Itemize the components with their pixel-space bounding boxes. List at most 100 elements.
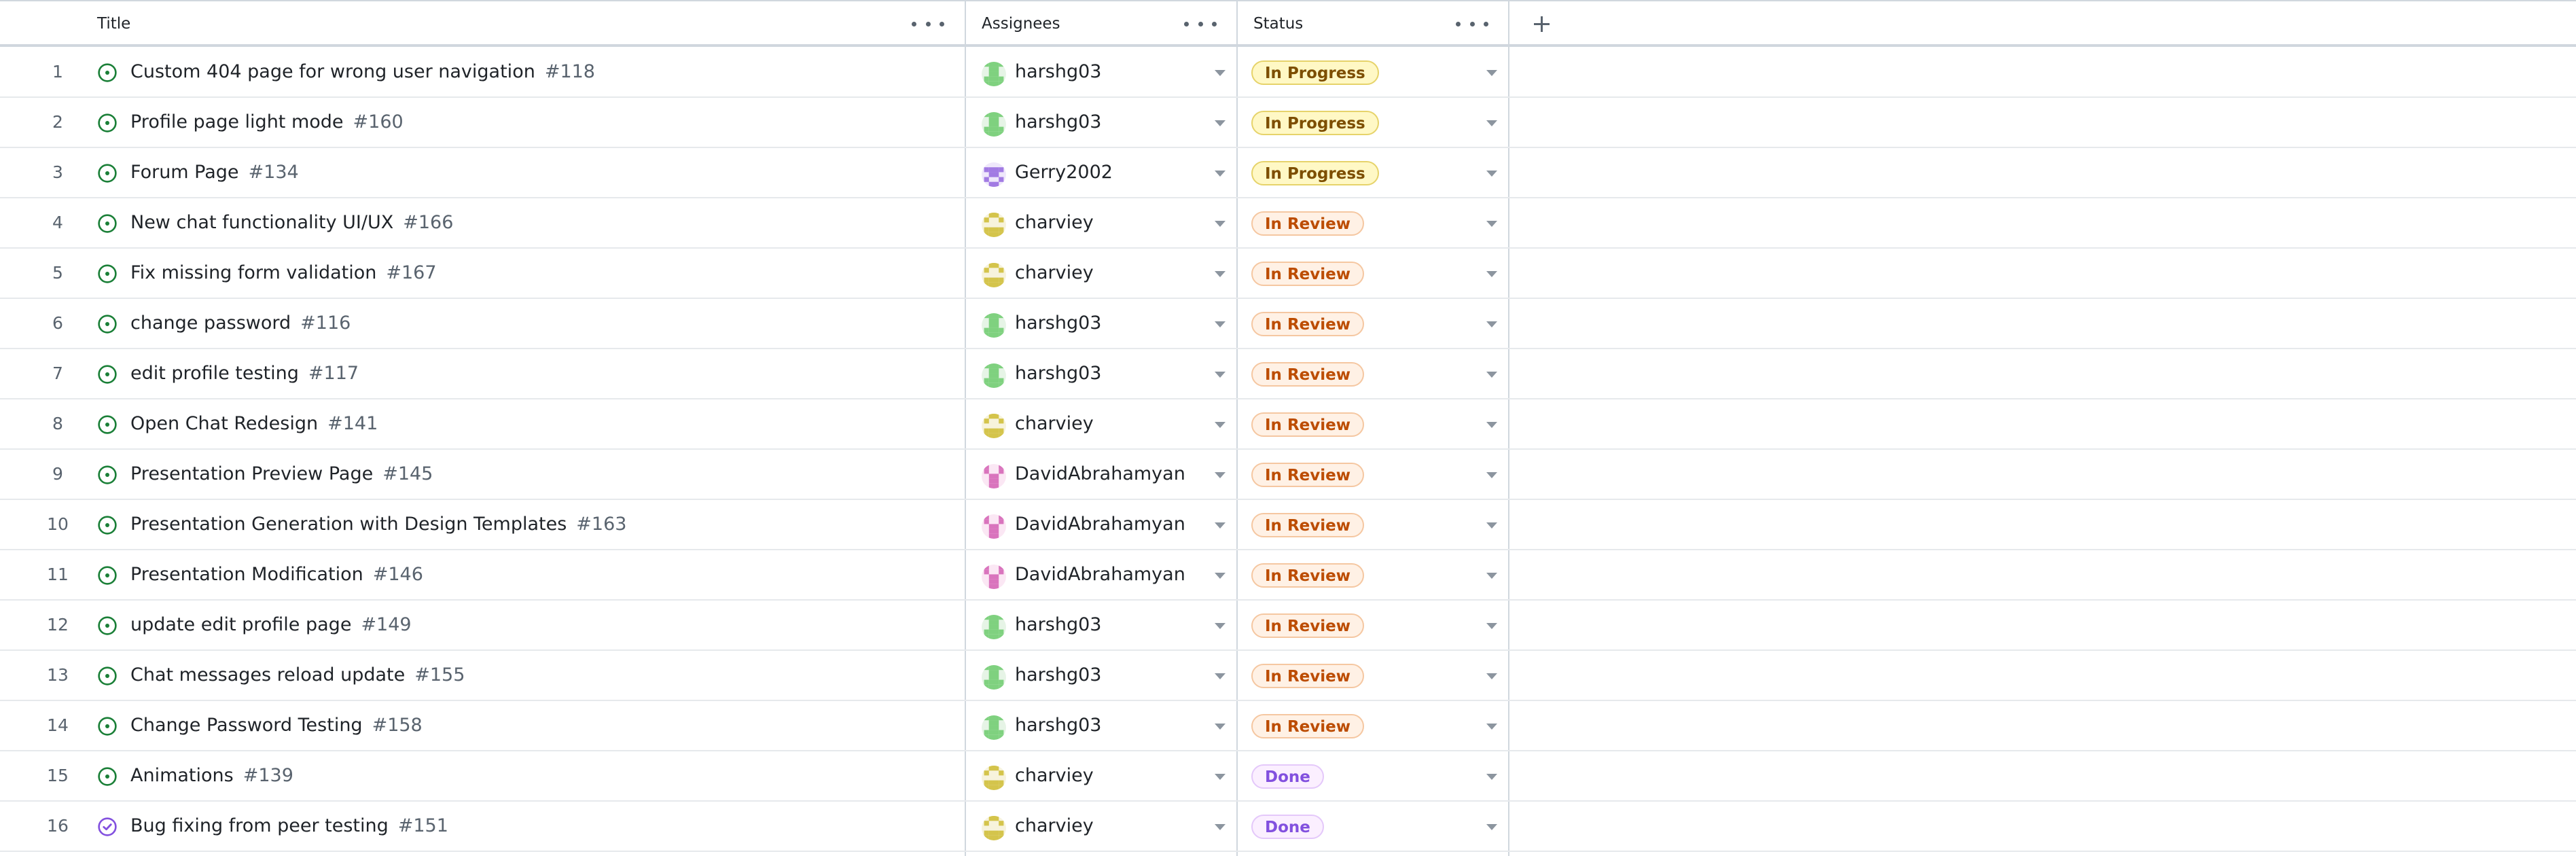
assignee-name[interactable]: harshg03 <box>1015 299 1101 348</box>
assignee-name[interactable]: charviey <box>1015 249 1094 298</box>
assignee-name[interactable]: harshg03 <box>1015 601 1101 649</box>
table-row[interactable]: 6 change password #116 harshg03 In Review <box>0 299 2576 349</box>
issue-title-link[interactable]: Fix missing form validation #167 <box>130 249 437 298</box>
assignee-dropdown-icon[interactable] <box>1215 673 1226 679</box>
issue-title-link[interactable]: Animations #139 <box>130 751 293 800</box>
status-dropdown-icon[interactable] <box>1486 824 1497 830</box>
assignee-name[interactable]: charviey <box>1015 802 1094 851</box>
assignee-name[interactable]: harshg03 <box>1015 349 1101 398</box>
issue-title-link[interactable]: Presentation Generation with Design Temp… <box>130 500 626 549</box>
status-dropdown-icon[interactable] <box>1486 171 1497 177</box>
issue-title-link[interactable]: update edit profile page #149 <box>130 601 412 649</box>
status-badge[interactable]: In Progress <box>1251 111 1379 135</box>
table-row[interactable]: 5 Fix missing form validation #167 charviey… <box>0 249 2576 299</box>
table-row[interactable]: 9 Presentation Preview Page #145 DavidAbrah… <box>0 450 2576 500</box>
status-badge[interactable]: In Progress <box>1251 60 1379 85</box>
status-dropdown-icon[interactable] <box>1486 472 1497 478</box>
assignee-name[interactable]: harshg03 <box>1015 48 1101 96</box>
status-dropdown-icon[interactable] <box>1486 321 1497 327</box>
assignee-name[interactable]: charviey <box>1015 399 1094 448</box>
status-badge[interactable]: In Review <box>1251 513 1364 537</box>
column-header-status[interactable]: Status <box>1253 1 1457 46</box>
assignee-name[interactable]: charviey <box>1015 198 1094 247</box>
status-dropdown-icon[interactable] <box>1486 70 1497 76</box>
status-badge[interactable]: In Review <box>1251 262 1364 286</box>
status-dropdown-icon[interactable] <box>1486 422 1497 428</box>
status-badge[interactable]: In Progress <box>1251 161 1379 185</box>
assignee-dropdown-icon[interactable] <box>1215 221 1226 227</box>
issue-title-link[interactable]: edit profile testing #117 <box>130 349 359 398</box>
assignee-dropdown-icon[interactable] <box>1215 774 1226 780</box>
status-badge[interactable]: In Review <box>1251 613 1364 638</box>
status-dropdown-icon[interactable] <box>1486 673 1497 679</box>
issue-title-link[interactable]: Change Password Testing #158 <box>130 701 423 750</box>
issue-title-link[interactable]: Profile page light mode #160 <box>130 98 404 147</box>
assignee-dropdown-icon[interactable] <box>1215 623 1226 629</box>
assignee-dropdown-icon[interactable] <box>1215 271 1226 277</box>
issue-title-link[interactable]: Forum Page #134 <box>130 148 299 197</box>
assignee-dropdown-icon[interactable] <box>1215 472 1226 478</box>
table-row[interactable]: 12 update edit profile page #149 harshg03 In… <box>0 601 2576 651</box>
status-dropdown-icon[interactable] <box>1486 623 1497 629</box>
table-row[interactable]: 3 Forum Page #134 Gerry2002 In Progress <box>0 148 2576 198</box>
table-row[interactable]: 8 Open Chat Redesign #141 charviey In Review <box>0 399 2576 450</box>
assignee-dropdown-icon[interactable] <box>1215 372 1226 378</box>
assignee-name[interactable]: DavidAbrahamyan <box>1015 500 1185 549</box>
add-field-plus-icon[interactable] <box>1531 14 1552 34</box>
issue-title-link[interactable]: change password #116 <box>130 299 351 348</box>
table-row[interactable]: 1 Custom 404 page for wrong user navigati… <box>0 48 2576 98</box>
status-badge[interactable]: In Review <box>1251 463 1364 487</box>
status-badge[interactable]: In Review <box>1251 563 1364 588</box>
assignee-name[interactable]: DavidAbrahamyan <box>1015 550 1185 599</box>
assignee-name[interactable]: harshg03 <box>1015 98 1101 147</box>
table-row[interactable]: 7 edit profile testing #117 harshg03 In Revi… <box>0 349 2576 399</box>
title-column-menu-icon[interactable] <box>912 14 944 34</box>
status-dropdown-icon[interactable] <box>1486 271 1497 277</box>
table-row[interactable]: 14 Change Password Testing #158 harshg03 In … <box>0 701 2576 751</box>
table-row[interactable]: 13 Chat messages reload update #155 harshg0… <box>0 651 2576 701</box>
status-dropdown-icon[interactable] <box>1486 372 1497 378</box>
issue-title-link[interactable]: Presentation Preview Page #145 <box>130 450 433 499</box>
assignee-dropdown-icon[interactable] <box>1215 573 1226 579</box>
assignee-name[interactable]: harshg03 <box>1015 701 1101 750</box>
status-dropdown-icon[interactable] <box>1486 724 1497 730</box>
column-header-assignees[interactable]: Assignees <box>982 1 1185 46</box>
status-badge[interactable]: In Review <box>1251 664 1364 688</box>
status-badge[interactable]: In Review <box>1251 211 1364 236</box>
issue-title-link[interactable]: Custom 404 page for wrong user navigatio… <box>130 48 595 96</box>
issue-title-link[interactable]: New chat functionality UI/UX #166 <box>130 198 453 247</box>
issue-title-link[interactable]: Open Chat Redesign #141 <box>130 399 378 448</box>
issue-title-link[interactable]: Presentation Modification #146 <box>130 550 423 599</box>
status-badge[interactable]: Done <box>1251 815 1324 839</box>
assignee-name[interactable]: DavidAbrahamyan <box>1015 450 1185 499</box>
table-row[interactable]: 11 Presentation Modification #146 DavidAbra… <box>0 550 2576 601</box>
status-dropdown-icon[interactable] <box>1486 522 1497 529</box>
assignee-name[interactable]: Gerry2002 <box>1015 148 1113 197</box>
assignee-dropdown-icon[interactable] <box>1215 724 1226 730</box>
assignee-dropdown-icon[interactable] <box>1215 321 1226 327</box>
status-dropdown-icon[interactable] <box>1486 774 1497 780</box>
status-badge[interactable]: In Review <box>1251 714 1364 738</box>
table-row[interactable]: 4 New chat functionality UI/UX #166 charvie… <box>0 198 2576 249</box>
assignee-name[interactable]: charviey <box>1015 751 1094 800</box>
status-badge[interactable]: In Review <box>1251 312 1364 336</box>
assignee-name[interactable]: harshg03 <box>1015 651 1101 700</box>
assignee-dropdown-icon[interactable] <box>1215 120 1226 126</box>
status-dropdown-icon[interactable] <box>1486 573 1497 579</box>
assignee-dropdown-icon[interactable] <box>1215 522 1226 529</box>
status-column-menu-icon[interactable] <box>1456 14 1488 34</box>
table-row[interactable]: 2 Profile page light mode #160 harshg03 In P… <box>0 98 2576 148</box>
issue-title-link[interactable]: Bug fixing from peer testing #151 <box>130 802 448 851</box>
table-row[interactable]: 10 Presentation Generation with Design Te… <box>0 500 2576 550</box>
assignee-dropdown-icon[interactable] <box>1215 70 1226 76</box>
table-row[interactable]: 15 Animations #139 charviey Done <box>0 751 2576 802</box>
status-dropdown-icon[interactable] <box>1486 221 1497 227</box>
status-dropdown-icon[interactable] <box>1486 120 1497 126</box>
assignee-dropdown-icon[interactable] <box>1215 824 1226 830</box>
status-badge[interactable]: Done <box>1251 764 1324 789</box>
status-badge[interactable]: In Review <box>1251 362 1364 387</box>
assignee-dropdown-icon[interactable] <box>1215 171 1226 177</box>
assignee-dropdown-icon[interactable] <box>1215 422 1226 428</box>
column-header-title[interactable]: Title <box>97 1 940 46</box>
issue-title-link[interactable]: Chat messages reload update #155 <box>130 651 465 700</box>
